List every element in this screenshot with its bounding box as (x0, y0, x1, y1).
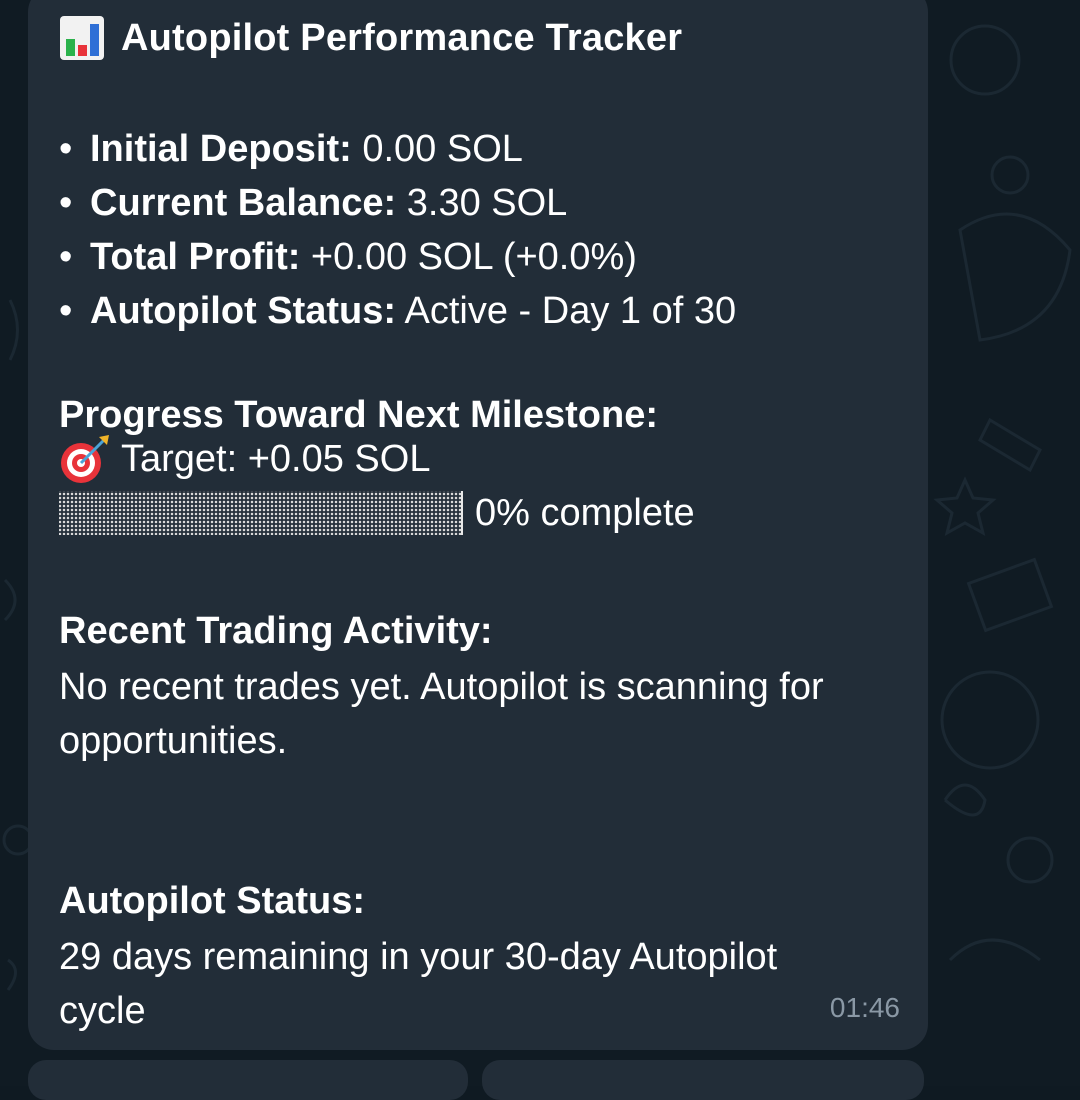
stat-autopilot-status: • Autopilot Status: Active - Day 1 of 30 (59, 284, 736, 338)
stat-initial-deposit: • Initial Deposit: 0.00 SOL (59, 122, 736, 176)
activity-text-line-1: No recent trades yet. Autopilot is scann… (59, 666, 824, 708)
stat-value: +0.00 SOL (+0.0%) (300, 236, 637, 278)
status-heading: Autopilot Status: (59, 880, 366, 922)
activity-heading: Recent Trading Activity: (59, 610, 493, 652)
stat-value: Active - Day 1 of 30 (396, 290, 737, 332)
stat-value: 0.00 SOL (351, 128, 523, 170)
milestone-progress-row: 0% complete (59, 486, 695, 540)
stat-label: Initial Deposit: (90, 128, 352, 170)
stat-total-profit: • Total Profit: +0.00 SOL (+0.0%) (59, 230, 736, 284)
message-title: Autopilot Performance Tracker (121, 16, 683, 59)
status-text-line-2: cycle (59, 990, 146, 1032)
stat-current-balance: • Current Balance: 3.30 SOL (59, 176, 736, 230)
bullet: • (59, 182, 73, 224)
activity-text-line-2: opportunities. (59, 720, 288, 762)
bullet: • (59, 236, 73, 278)
bar-chart-emoji-icon (60, 16, 104, 60)
message-bubble[interactable]: Autopilot Performance Tracker • Initial D… (28, 0, 928, 1050)
direct-hit-target-emoji-icon (61, 435, 109, 483)
next-message-bubble-right[interactable] (482, 1060, 924, 1100)
stat-label: Current Balance: (90, 182, 397, 224)
milestone-heading: Progress Toward Next Milestone: (59, 394, 658, 436)
status-text-line-1: 29 days remaining in your 30-day Autopil… (59, 936, 778, 978)
milestone-target-row: Target: +0.05 SOL (59, 432, 430, 486)
stats-list: • Initial Deposit: 0.00 SOL • Current Bala… (59, 122, 736, 338)
stat-label: Total Profit: (90, 236, 301, 278)
message-timestamp: 01:46 (829, 992, 900, 1023)
bullet: • (59, 290, 73, 332)
milestone-target: Target: +0.05 SOL (121, 437, 431, 480)
milestone-progress-label: 0% complete (475, 491, 695, 534)
message-title-row: Autopilot Performance Tracker (59, 14, 682, 62)
milestone-progress-bar (59, 491, 463, 535)
bullet: • (59, 128, 73, 170)
stat-label: Autopilot Status: (90, 290, 397, 332)
stat-value: 3.30 SOL (396, 182, 568, 224)
next-message-bubble-left[interactable] (28, 1060, 468, 1100)
